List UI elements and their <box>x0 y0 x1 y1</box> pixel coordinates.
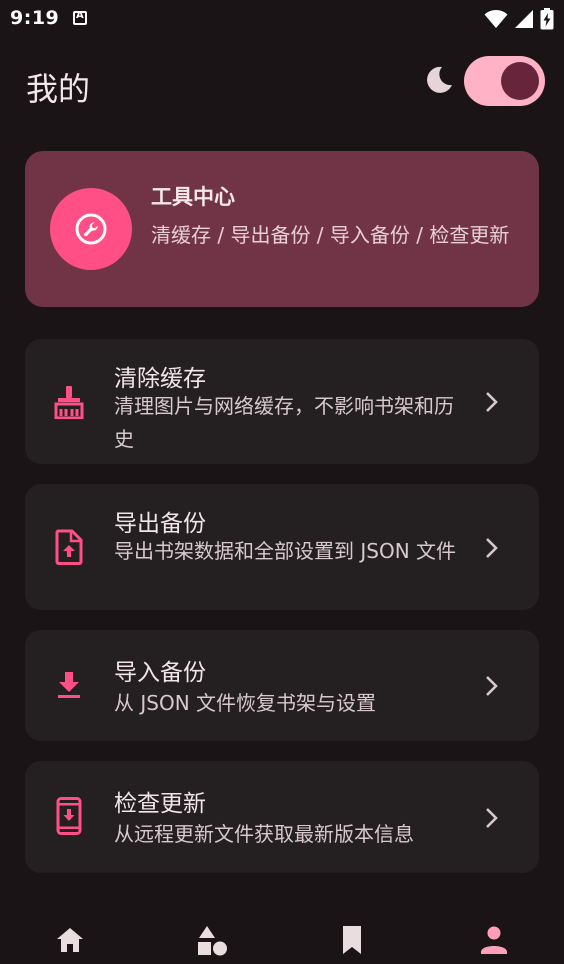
item-subtitle: 从 JSON 文件恢复书架与设置 <box>114 691 377 715</box>
nav-tab-category[interactable] <box>192 924 232 964</box>
page-title: 我的 <box>26 70 91 108</box>
person-icon <box>481 926 507 954</box>
battery-charging-icon <box>540 8 554 30</box>
file-upload-icon <box>51 529 87 565</box>
item-subtitle: 从远程更新文件获取最新版本信息 <box>114 822 414 846</box>
nav-tab-home[interactable] <box>50 924 90 964</box>
cellular-signal-icon <box>515 10 533 28</box>
import-backup-item[interactable]: 导入备份 从 JSON 文件恢复书架与设置 <box>25 630 539 741</box>
chevron-right-icon <box>486 538 498 558</box>
category-icon <box>198 926 227 956</box>
item-title: 清除缓存 <box>114 366 206 392</box>
export-backup-item[interactable]: 导出备份 导出书架数据和全部设置到 JSON 文件 <box>25 484 539 610</box>
nav-tab-profile[interactable] <box>474 924 514 964</box>
toggle-knob <box>501 62 539 100</box>
broom-icon <box>51 384 87 420</box>
status-time: 9:19 <box>10 7 60 29</box>
phone-download-icon <box>51 797 87 835</box>
tool-center-badge <box>50 188 132 270</box>
status-icons <box>484 8 554 30</box>
tool-center-card[interactable]: 工具中心 清缓存 / 导出备份 / 导入备份 / 检查更新 <box>25 151 539 307</box>
status-bar: 9:19 <box>0 0 564 38</box>
wifi-icon <box>484 10 508 28</box>
chevron-right-icon <box>486 676 498 696</box>
nav-tab-bookmark[interactable] <box>332 924 372 964</box>
wrench-icon <box>75 213 107 245</box>
tool-center-title: 工具中心 <box>151 185 235 209</box>
item-subtitle: 清理图片与网络缓存，不影响书架和历史 <box>114 394 454 451</box>
bottom-nav <box>0 912 564 964</box>
dark-mode-toggle[interactable] <box>464 56 545 106</box>
item-title: 检查更新 <box>114 791 206 817</box>
profile-screen: 9:19 我的 工具中心 <box>0 0 564 964</box>
download-icon <box>51 667 87 703</box>
item-title: 导出备份 <box>114 511 206 537</box>
item-subtitle: 导出书架数据和全部设置到 JSON 文件 <box>114 539 457 563</box>
check-update-item[interactable]: 检查更新 从远程更新文件获取最新版本信息 <box>25 761 539 873</box>
chevron-right-icon <box>486 392 498 412</box>
bookmark-icon <box>343 926 361 954</box>
home-icon <box>57 928 83 952</box>
moon-icon <box>427 66 452 93</box>
chevron-right-icon <box>486 808 498 828</box>
tool-center-subtitle: 清缓存 / 导出备份 / 导入备份 / 检查更新 <box>151 223 510 247</box>
notification-icon <box>73 10 87 25</box>
item-title: 导入备份 <box>114 660 206 686</box>
clear-cache-item[interactable]: 清除缓存 清理图片与网络缓存，不影响书架和历史 <box>25 339 539 464</box>
